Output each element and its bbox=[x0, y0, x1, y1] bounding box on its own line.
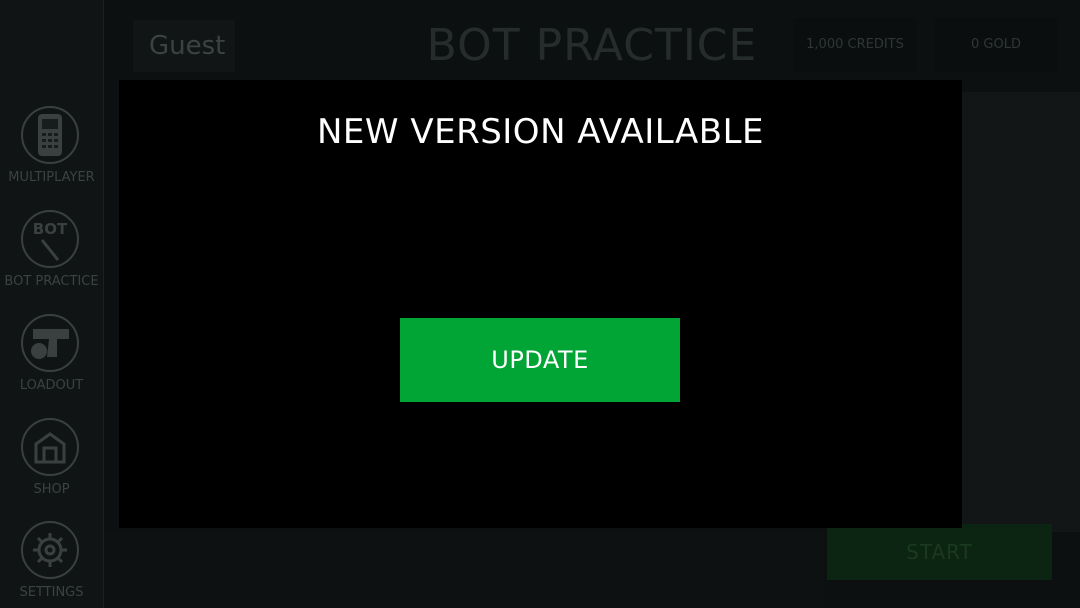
bot-icon-text: BOT bbox=[33, 220, 68, 238]
loadout-circle bbox=[21, 314, 79, 372]
gold-display[interactable]: 0 GOLD bbox=[935, 18, 1057, 72]
game-screen: MULTIPLAYER BOT BOT PRACTICE LOADOUT SHO… bbox=[0, 0, 1080, 608]
sidebar-item-label: BOT PRACTICE bbox=[4, 274, 99, 289]
sidebar-item-shop[interactable]: SHOP bbox=[0, 418, 103, 518]
sidebar-item-multiplayer[interactable]: MULTIPLAYER bbox=[0, 106, 103, 206]
bot-icon: BOT bbox=[33, 220, 68, 261]
settings-circle bbox=[21, 521, 79, 579]
phone-icon bbox=[38, 114, 62, 156]
sidebar-item-label: MULTIPLAYER bbox=[8, 170, 95, 185]
bottom-strip bbox=[104, 532, 824, 608]
update-modal: NEW VERSION AVAILABLE UPDATE bbox=[119, 80, 962, 528]
bot-practice-circle: BOT bbox=[21, 210, 79, 268]
page-title: BOT PRACTICE bbox=[426, 20, 758, 71]
sidebar-item-label: LOADOUT bbox=[19, 378, 84, 393]
sidebar: MULTIPLAYER BOT BOT PRACTICE LOADOUT SHO… bbox=[0, 0, 104, 608]
user-name[interactable]: Guest bbox=[133, 20, 235, 72]
sidebar-item-bot-practice[interactable]: BOT BOT PRACTICE bbox=[0, 210, 103, 310]
update-button[interactable]: UPDATE bbox=[400, 318, 680, 402]
start-button[interactable]: START bbox=[827, 524, 1052, 580]
modal-title: NEW VERSION AVAILABLE bbox=[316, 112, 764, 152]
sidebar-item-label: SETTINGS bbox=[19, 585, 84, 600]
gear-icon bbox=[33, 533, 67, 567]
sidebar-item-label: SHOP bbox=[33, 482, 70, 497]
shop-circle bbox=[21, 418, 79, 476]
pistol-icon bbox=[31, 329, 69, 359]
sidebar-item-settings[interactable]: SETTINGS bbox=[0, 521, 103, 608]
right-panel bbox=[962, 92, 1080, 532]
shop-box-icon bbox=[34, 432, 66, 464]
multiplayer-circle bbox=[21, 106, 79, 164]
sidebar-item-loadout[interactable]: LOADOUT bbox=[0, 314, 103, 414]
credits-display[interactable]: 1,000 CREDITS bbox=[793, 18, 917, 72]
